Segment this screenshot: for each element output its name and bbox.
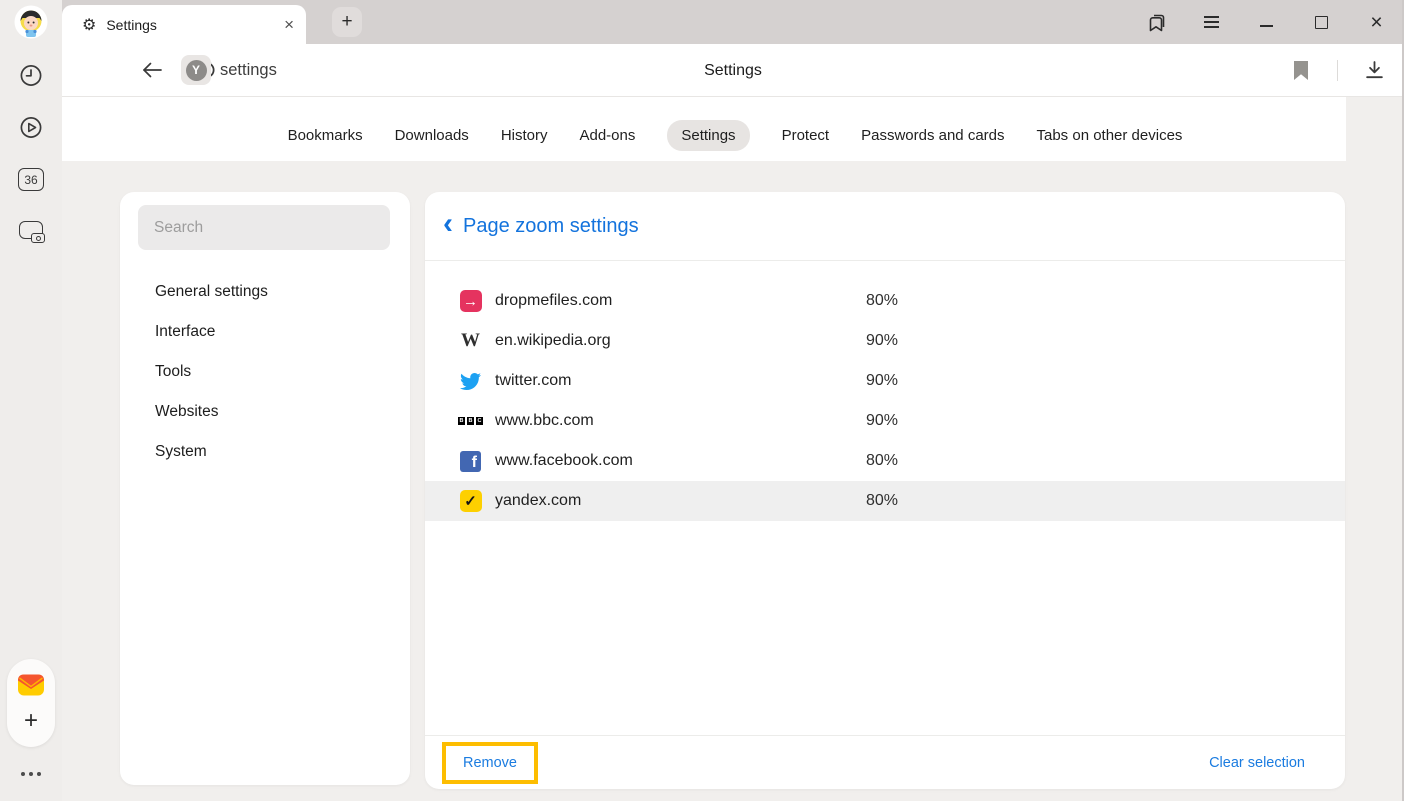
window-controls: ×: [1129, 0, 1404, 44]
dropmefiles-arrow-icon: →: [459, 290, 482, 313]
tab-history[interactable]: History: [501, 127, 548, 144]
remove-button-highlight[interactable]: Remove: [442, 742, 538, 784]
site-domain: www.facebook.com: [495, 452, 633, 470]
selected-checkbox-icon[interactable]: ✓: [459, 490, 482, 513]
checkmark-glyph: ✓: [464, 492, 477, 510]
page-zoom-settings-card: ‹ Page zoom settings → dropmefiles.com 8…: [425, 192, 1345, 789]
zoom-sites-list: → dropmefiles.com 80% W en.wikipedia.org…: [425, 281, 1345, 521]
site-domain: en.wikipedia.org: [495, 332, 611, 350]
settings-nav-tabs: Bookmarks Downloads History Add-ons Sett…: [62, 127, 1346, 144]
add-widget-plus-icon[interactable]: +: [24, 707, 38, 735]
tab-title: Settings: [106, 17, 284, 33]
browser-toolbar: Y settings Settings: [62, 44, 1404, 97]
tab-count-value: 36: [24, 173, 37, 187]
window-tab-bar: ⚙ Settings × + ×: [62, 0, 1404, 44]
bookmark-icon[interactable]: [1294, 61, 1308, 80]
zoom-percent[interactable]: 80%: [866, 452, 898, 470]
window-maximize-button[interactable]: [1294, 0, 1349, 44]
gear-icon: ⚙: [82, 15, 96, 35]
page-zoom-header: ‹ Page zoom settings: [425, 192, 1345, 261]
window-close-button[interactable]: ×: [1349, 0, 1404, 44]
new-tab-button[interactable]: +: [332, 7, 362, 37]
wikipedia-w-icon: W: [459, 330, 482, 353]
window-minimize-button[interactable]: [1239, 0, 1294, 44]
site-domain: twitter.com: [495, 372, 571, 390]
plus-icon: +: [341, 11, 352, 33]
tab-counter-icon[interactable]: 36: [18, 168, 44, 191]
screenshot-camera-icon[interactable]: [19, 221, 43, 241]
tab-passwords-and-cards[interactable]: Passwords and cards: [861, 127, 1004, 144]
sidebar-overflow-menu-icon[interactable]: [21, 772, 41, 776]
back-button[interactable]: [140, 60, 164, 80]
facebook-f-icon: f: [459, 450, 482, 473]
zoom-percent[interactable]: 90%: [866, 372, 898, 390]
bbc-logo-icon: B B C: [459, 410, 482, 433]
site-row-twitter[interactable]: twitter.com 90%: [425, 361, 1345, 401]
sidebar-item-interface[interactable]: Interface: [120, 312, 410, 352]
tab-add-ons[interactable]: Add-ons: [579, 127, 635, 144]
site-row-dropmefiles[interactable]: → dropmefiles.com 80%: [425, 281, 1345, 321]
bbc-block-c: C: [476, 417, 484, 425]
zoom-percent[interactable]: 90%: [866, 412, 898, 430]
yandex-y-favicon: Y: [192, 63, 200, 77]
right-arrow-glyph: →: [463, 293, 478, 310]
sidebar-apps-pill: +: [7, 659, 55, 747]
browser-menu-icon[interactable]: [1184, 0, 1239, 44]
site-domain: yandex.com: [495, 492, 581, 510]
back-chevron-icon[interactable]: ‹: [443, 209, 463, 243]
site-row-bbc[interactable]: B B C www.bbc.com 90%: [425, 401, 1345, 441]
zoom-percent[interactable]: 90%: [866, 332, 898, 350]
twitter-bird-icon: [459, 370, 482, 393]
site-row-facebook[interactable]: f www.facebook.com 80%: [425, 441, 1345, 481]
downloads-icon[interactable]: [1365, 61, 1384, 80]
page-title: Page zoom settings: [463, 215, 639, 238]
plus-glyph: +: [24, 707, 38, 735]
tab-downloads[interactable]: Downloads: [395, 127, 469, 144]
tab-tabs-on-other-devices[interactable]: Tabs on other devices: [1037, 127, 1183, 144]
avatar-girl-icon: [14, 5, 48, 39]
sidebar-item-general-settings[interactable]: General settings: [120, 272, 410, 312]
bbc-block-b2: B: [467, 417, 475, 425]
browser-tab-settings[interactable]: ⚙ Settings ×: [62, 5, 306, 44]
remove-button[interactable]: Remove: [463, 755, 517, 771]
settings-page: Bookmarks Downloads History Add-ons Sett…: [62, 97, 1404, 801]
zoom-percent[interactable]: 80%: [866, 492, 898, 510]
history-clock-icon[interactable]: [18, 62, 45, 89]
settings-sections-list: General settings Interface Tools Website…: [120, 272, 410, 472]
site-domain: www.bbc.com: [495, 412, 594, 430]
site-row-wikipedia[interactable]: W en.wikipedia.org 90%: [425, 321, 1345, 361]
search-input[interactable]: [138, 205, 390, 250]
yandex-mail-icon[interactable]: [16, 670, 46, 700]
bbc-block-b1: B: [458, 417, 466, 425]
browser-sidebar: 36 +: [0, 0, 62, 801]
tab-bookmarks[interactable]: Bookmarks: [288, 127, 363, 144]
sidebar-item-system[interactable]: System: [120, 432, 410, 472]
site-row-yandex-selected[interactable]: ✓ yandex.com 80%: [425, 481, 1345, 521]
close-icon: ×: [1370, 12, 1382, 33]
wikipedia-w-glyph: W: [461, 330, 480, 352]
site-favicon-chip[interactable]: Y: [181, 55, 211, 85]
address-bar-text[interactable]: settings: [220, 44, 277, 97]
zoom-footer: Remove Clear selection: [425, 735, 1345, 789]
settings-sections-panel: General settings Interface Tools Website…: [120, 192, 410, 785]
side-panels-icon[interactable]: [1129, 0, 1184, 44]
profile-avatar[interactable]: [14, 5, 48, 39]
zoom-percent[interactable]: 80%: [866, 292, 898, 310]
video-play-icon[interactable]: [18, 114, 45, 141]
sidebar-item-tools[interactable]: Tools: [120, 352, 410, 392]
tab-close-icon[interactable]: ×: [284, 16, 294, 33]
tab-settings[interactable]: Settings: [667, 120, 749, 151]
clear-selection-link[interactable]: Clear selection: [1209, 755, 1305, 771]
facebook-f-glyph: f: [472, 455, 477, 472]
toolbar-divider: [1337, 60, 1338, 81]
tab-protect[interactable]: Protect: [782, 127, 830, 144]
site-domain: dropmefiles.com: [495, 292, 612, 310]
sidebar-item-websites[interactable]: Websites: [120, 392, 410, 432]
